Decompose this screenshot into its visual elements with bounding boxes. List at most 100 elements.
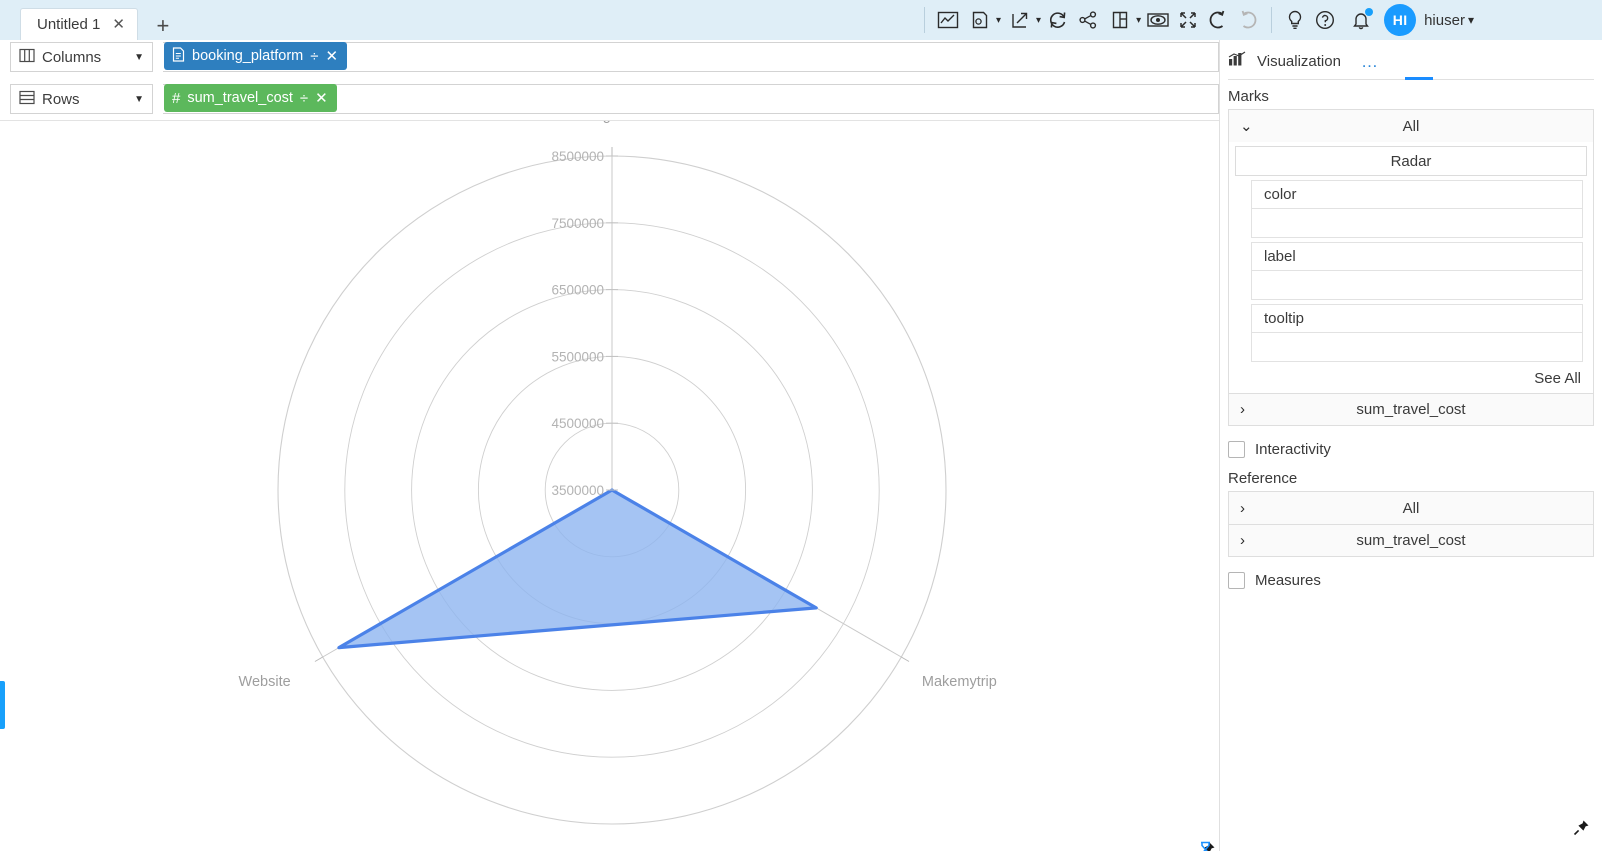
columns-shelf: Columns ▼ booking_platform ÷ ✕ <box>10 42 1219 72</box>
lightbulb-icon[interactable] <box>1280 5 1310 35</box>
avatar[interactable]: HI <box>1384 4 1417 36</box>
remove-icon[interactable]: ✕ <box>315 91 328 106</box>
interactivity-label: Interactivity <box>1255 440 1331 458</box>
save-document-button[interactable]: ▾ <box>963 5 1003 35</box>
chevron-down-icon: ▾ <box>996 14 1002 26</box>
pill-label: sum_travel_cost <box>187 90 293 106</box>
fullscreen-icon[interactable] <box>1173 5 1203 35</box>
chevron-down-icon[interactable]: ⌄ <box>1240 117 1253 135</box>
interactivity-row[interactable]: Interactivity <box>1228 436 1594 462</box>
pill-label: booking_platform <box>192 48 304 64</box>
shelf-area: Columns ▼ booking_platform ÷ ✕ Rows ▼ # … <box>0 40 1219 118</box>
panel-menu-button[interactable]: … <box>1361 52 1379 72</box>
reference-all-label: All <box>1402 499 1420 517</box>
chart-canvas[interactable]: 8500000 7500000 6500000 5500000 4500000 35000… <box>0 120 1219 851</box>
chevron-down-icon[interactable]: ▼ <box>134 94 144 105</box>
reference-measure-label: sum_travel_cost <box>1356 532 1466 549</box>
see-all-link[interactable]: See All <box>1229 364 1593 393</box>
radar-chart: 8500000 7500000 6500000 5500000 4500000 35000… <box>239 121 997 825</box>
measures-label: Measures <box>1255 571 1321 589</box>
help-circle-icon[interactable] <box>1310 5 1340 35</box>
layout-button[interactable]: ▾ <box>1103 5 1143 35</box>
svg-text:8500000: 8500000 <box>551 149 604 164</box>
notification-badge <box>1365 8 1374 16</box>
top-bar: Untitled 1 ✕ + ▾ ▾ ▾ HI hiuser ▾ <box>0 0 1602 40</box>
marks-group: ⌄ All Radar color label tooltip See All … <box>1228 109 1594 426</box>
share-icon[interactable] <box>1073 5 1103 35</box>
mark-property-color-dropzone[interactable] <box>1252 209 1582 237</box>
marks-all-label: All <box>1402 117 1420 135</box>
marks-all-row[interactable]: ⌄ All <box>1229 110 1593 142</box>
mark-property-color: color <box>1251 180 1583 238</box>
new-tab-button[interactable]: + <box>146 12 180 40</box>
active-tab-indicator <box>1405 77 1433 80</box>
workbook-tab[interactable]: Untitled 1 ✕ <box>20 8 138 40</box>
toolbar-divider <box>924 7 925 33</box>
pill-booking-platform[interactable]: booking_platform ÷ ✕ <box>164 42 348 70</box>
tab-bar: Untitled 1 ✕ + <box>0 0 916 40</box>
top-toolbar: ▾ ▾ ▾ HI hiuser ▾ <box>916 0 1602 40</box>
panel-title: Visualization <box>1257 53 1341 70</box>
columns-label-text: Columns <box>42 48 102 66</box>
visualization-panel: Visualization … Marks ⌄ All Radar color … <box>1219 40 1602 851</box>
mark-type-selector[interactable]: Radar <box>1235 146 1587 176</box>
marks-measure-label: sum_travel_cost <box>1356 401 1466 418</box>
rows-shelf: Rows ▼ # sum_travel_cost ÷ ✕ <box>10 84 1219 114</box>
redo-icon[interactable] <box>1233 5 1263 35</box>
rows-label-text: Rows <box>42 90 80 108</box>
svg-text:5500000: 5500000 <box>551 349 604 364</box>
columns-shelf-label[interactable]: Columns ▼ <box>10 42 153 72</box>
reference-section-label: Reference <box>1228 470 1298 487</box>
reference-measure-row[interactable]: › sum_travel_cost <box>1229 524 1593 556</box>
chevron-right-icon[interactable]: › <box>1240 532 1245 549</box>
undo-icon[interactable] <box>1203 5 1233 35</box>
svg-text:3500000: 3500000 <box>551 483 604 498</box>
dimension-file-icon <box>172 46 185 66</box>
close-icon[interactable]: ✕ <box>112 17 125 32</box>
mark-property-color-label: color <box>1252 181 1582 209</box>
sort-icon[interactable]: ÷ <box>300 91 308 106</box>
measures-row[interactable]: Measures <box>1228 567 1594 593</box>
refresh-icon[interactable] <box>1043 5 1073 35</box>
chevron-down-icon: ▾ <box>1136 14 1142 26</box>
export-icon <box>1005 5 1035 35</box>
preview-eye-icon[interactable] <box>1143 5 1173 35</box>
mark-property-label-label: label <box>1252 243 1582 271</box>
reference-all-row[interactable]: › All <box>1229 492 1593 524</box>
mark-property-tooltip: tooltip <box>1251 304 1583 362</box>
svg-text:7500000: 7500000 <box>551 216 604 231</box>
mark-property-label: label <box>1251 242 1583 300</box>
columns-icon <box>19 48 35 67</box>
toolbar-divider <box>1271 7 1273 33</box>
chevron-right-icon[interactable]: › <box>1240 500 1245 517</box>
measure-hash-icon: # <box>172 89 181 107</box>
mark-property-tooltip-dropzone[interactable] <box>1252 333 1582 361</box>
pill-sum-travel-cost[interactable]: # sum_travel_cost ÷ ✕ <box>164 84 337 112</box>
chevron-right-icon[interactable]: › <box>1240 401 1245 418</box>
save-document-icon <box>965 5 995 35</box>
sort-icon[interactable]: ÷ <box>310 49 318 64</box>
measures-checkbox[interactable] <box>1228 571 1245 589</box>
chevron-down-icon[interactable]: ▾ <box>1468 13 1474 27</box>
chevron-down-icon[interactable]: ▼ <box>134 52 144 63</box>
reference-group: › All › sum_travel_cost <box>1228 491 1594 557</box>
visualization-icon <box>1228 51 1247 72</box>
mark-property-tooltip-label: tooltip <box>1252 305 1582 333</box>
radar-axis-label: Agent <box>593 121 631 124</box>
remove-icon[interactable]: ✕ <box>325 49 338 64</box>
mark-property-label-dropzone[interactable] <box>1252 271 1582 299</box>
user-name-label[interactable]: hiuser <box>1424 12 1465 29</box>
export-button[interactable]: ▾ <box>1003 5 1043 35</box>
bell-icon[interactable] <box>1346 5 1376 35</box>
pin-icon[interactable] <box>1573 819 1590 841</box>
workbook-tab-label: Untitled 1 <box>37 16 101 33</box>
marks-measure-row[interactable]: › sum_travel_cost <box>1229 393 1593 425</box>
marks-section-label: Marks <box>1228 88 1269 105</box>
chart-line-icon[interactable] <box>933 5 963 35</box>
app-window: Untitled 1 ✕ + ▾ ▾ ▾ HI hiuser ▾ Columns… <box>0 0 1602 851</box>
chevron-down-icon: ▾ <box>1036 14 1042 26</box>
interactivity-checkbox[interactable] <box>1228 440 1245 458</box>
rows-shelf-label[interactable]: Rows ▼ <box>10 84 153 114</box>
radar-axis-label: Website <box>239 674 291 690</box>
panel-header: Visualization … <box>1228 44 1594 80</box>
